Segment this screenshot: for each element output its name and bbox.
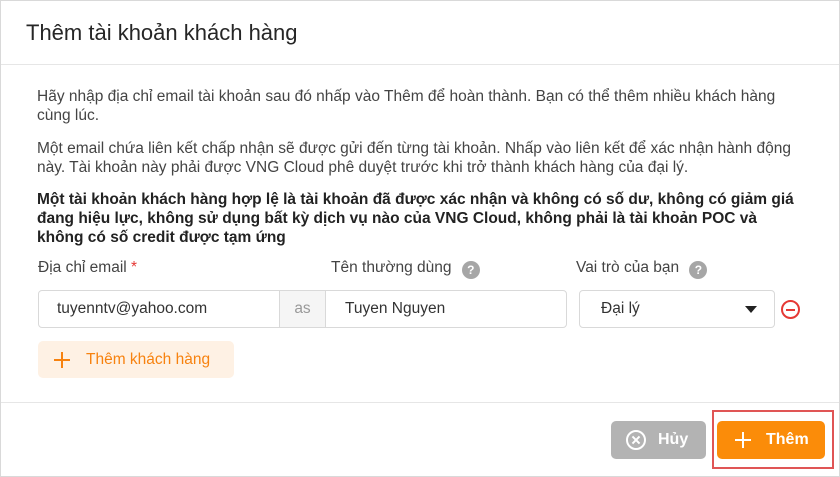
add-customer-label: Thêm khách hàng: [86, 351, 211, 368]
email-label: Địa chỉ email *: [38, 259, 137, 277]
footer-divider: [1, 402, 839, 403]
remove-row-icon[interactable]: [781, 300, 800, 319]
email-input[interactable]: tuyenntv@yahoo.com: [38, 290, 280, 328]
role-select-value: Đại lý: [601, 300, 640, 317]
as-addon: as: [279, 290, 326, 328]
close-circle-icon: [626, 430, 646, 450]
role-label: Vai trò của bạn ?: [576, 259, 708, 279]
help-icon[interactable]: ?: [689, 261, 708, 279]
dialog-header: Thêm tài khoản khách hàng: [1, 1, 839, 65]
email-notice-text: Một email chứa liên kết chấp nhận sẽ đượ…: [37, 140, 791, 176]
username-input[interactable]: Tuyen Nguyen: [325, 290, 567, 328]
cancel-button[interactable]: Hủy: [611, 421, 706, 459]
add-label: Thêm: [766, 431, 809, 448]
username-label-text: Tên thường dùng: [331, 259, 452, 276]
add-button[interactable]: Thêm: [717, 421, 825, 459]
instruction-text: Hãy nhập địa chỉ email tài khoản sau đó …: [37, 88, 776, 124]
dialog-title: Thêm tài khoản khách hàng: [26, 20, 298, 45]
username-label: Tên thường dùng ?: [331, 259, 480, 279]
required-mark: *: [131, 259, 138, 276]
valid-account-note: Một tài khoản khách hàng hợp lệ là tài k…: [37, 191, 794, 246]
plus-icon: [54, 352, 70, 368]
email-label-text: Địa chỉ email: [38, 259, 127, 276]
caret-down-icon: [745, 306, 757, 313]
add-customer-button[interactable]: Thêm khách hàng: [38, 341, 234, 378]
role-label-text: Vai trò của bạn: [576, 259, 680, 276]
role-select[interactable]: Đại lý: [579, 290, 775, 328]
cancel-label: Hủy: [658, 431, 689, 448]
help-icon[interactable]: ?: [461, 261, 480, 279]
plus-icon: [735, 432, 751, 448]
add-customer-dialog: Thêm tài khoản khách hàng Hãy nhập địa c…: [0, 0, 840, 477]
